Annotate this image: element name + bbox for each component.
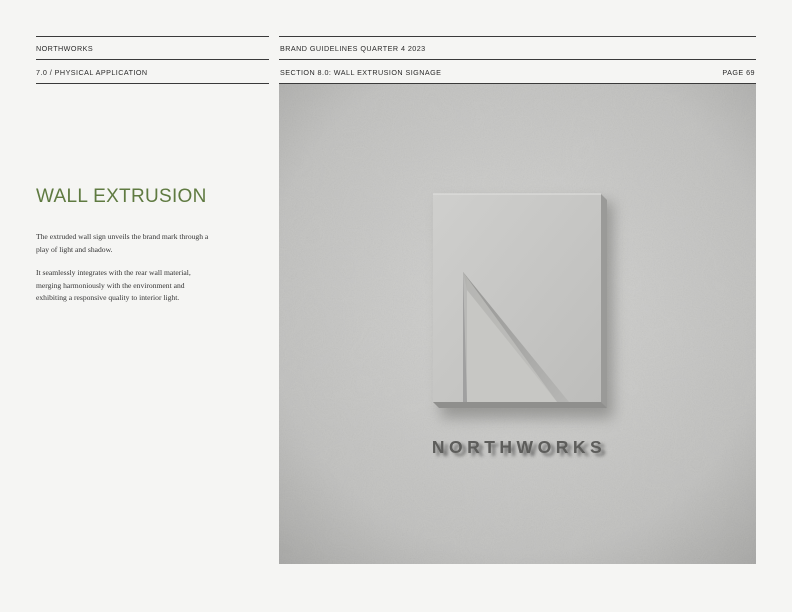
document-title: BRAND GUIDELINES QUARTER 4 2023 <box>280 44 426 53</box>
header-rule-bottom-left <box>36 83 269 84</box>
page-number: PAGE 69 <box>722 68 755 77</box>
chapter-label: 7.0 / PHYSICAL APPLICATION <box>36 68 148 77</box>
header-rule-top-left <box>36 36 269 37</box>
sign-wordmark: NORTHWORKS <box>432 437 606 457</box>
section-label: SECTION 8.0: WALL EXTRUSION SIGNAGE <box>280 68 442 77</box>
header-rule-mid-left <box>36 59 269 60</box>
extruded-n-sign <box>433 193 607 408</box>
body-paragraph-1: The extruded wall sign unveils the brand… <box>36 232 209 254</box>
page-title: WALL EXTRUSION <box>36 186 207 207</box>
header-rule-top-right <box>279 36 756 37</box>
header-rule-mid-right <box>279 59 756 60</box>
body-paragraph-2: It seamlessly integrates with the rear w… <box>36 268 191 302</box>
wall-sign-photo: NORTHWORKS NORTHWORKS <box>279 84 756 564</box>
brand-name: NORTHWORKS <box>36 44 94 53</box>
